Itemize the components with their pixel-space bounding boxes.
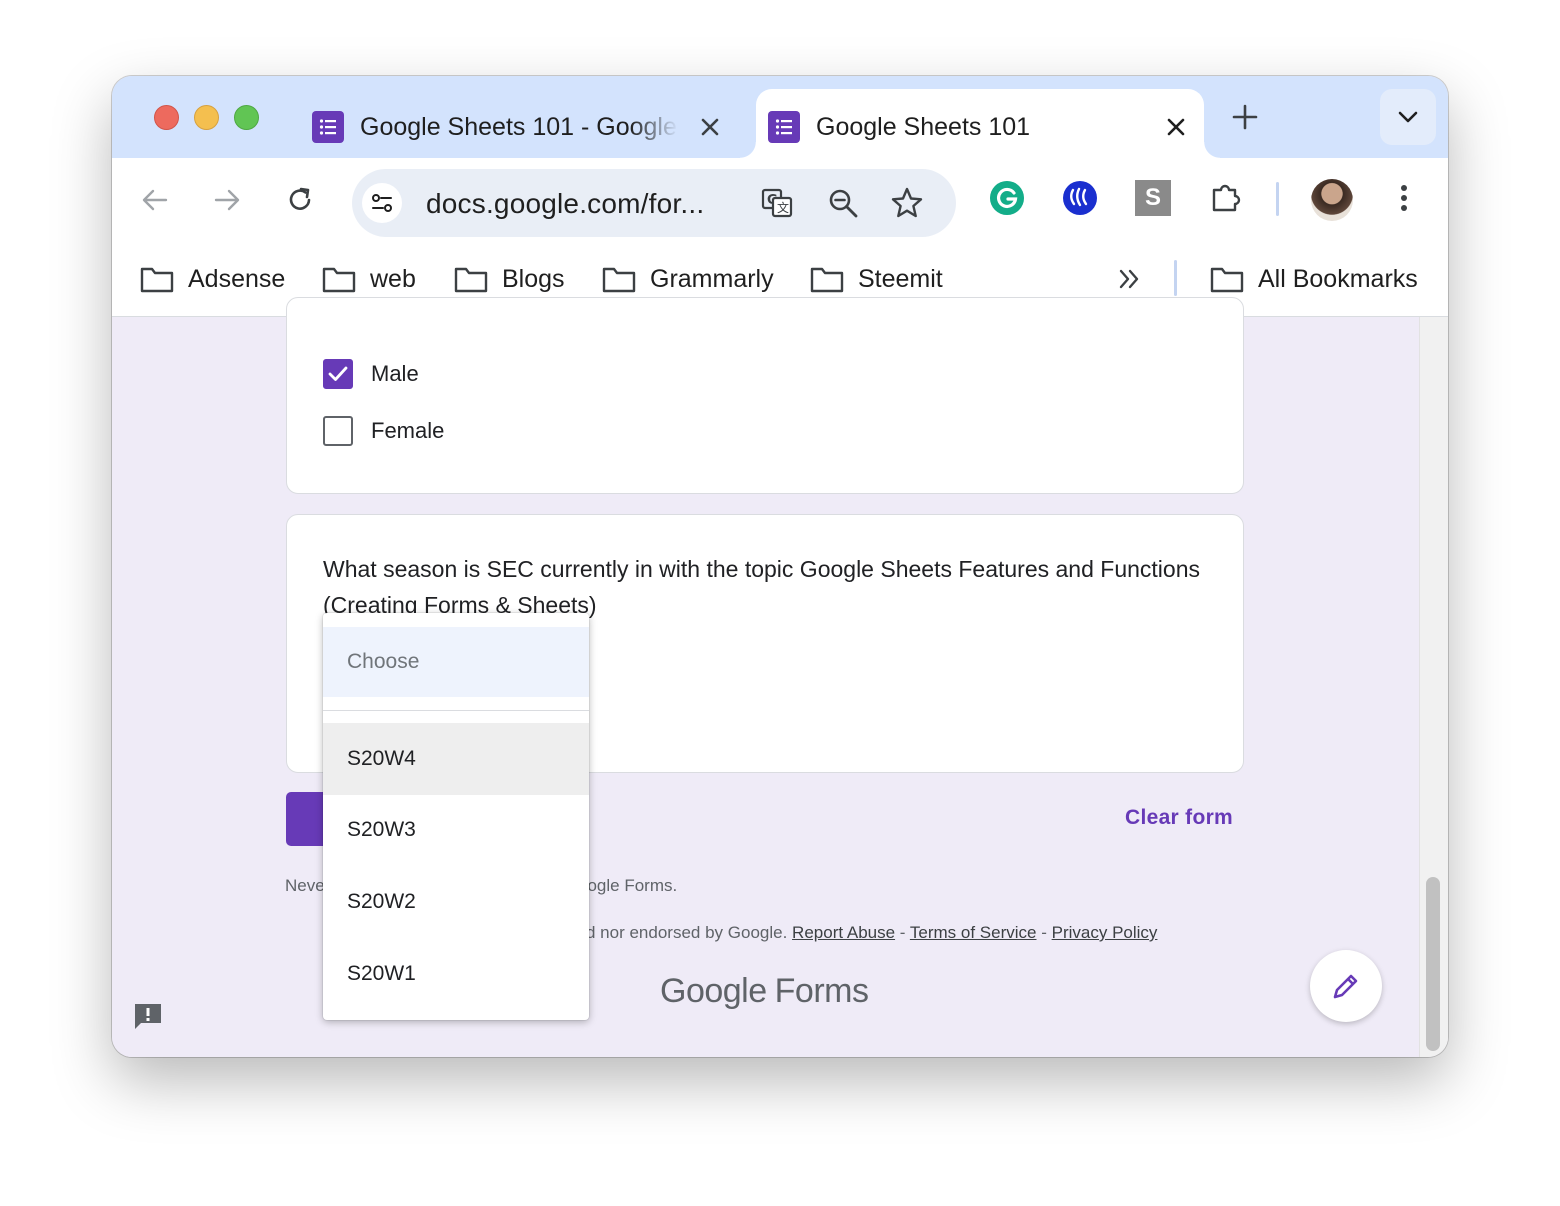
bookmarks-divider xyxy=(1174,260,1177,296)
female-checkbox[interactable] xyxy=(323,416,353,446)
season-dropdown-menu: Choose S20W4 S20W3 S20W2 S20W1 xyxy=(323,613,589,1020)
close-tab-icon[interactable] xyxy=(698,115,722,139)
grammarly-icon[interactable] xyxy=(989,180,1025,216)
bookmark-label: Blogs xyxy=(502,264,565,293)
toolbar-divider xyxy=(1276,182,1279,216)
new-tab-plus-icon[interactable] xyxy=(1230,102,1260,132)
zoom-window-button[interactable] xyxy=(234,105,259,130)
profile-avatar[interactable] xyxy=(1311,179,1353,221)
google-forms-icon xyxy=(312,111,344,143)
folder-icon xyxy=(810,267,844,293)
dropdown-placeholder[interactable]: Choose xyxy=(323,627,589,697)
checkmark-icon xyxy=(328,366,348,381)
footer-separator: - xyxy=(1041,923,1047,942)
dropdown-divider xyxy=(323,710,589,711)
tab-google-sheets-101-inactive[interactable]: Google Sheets 101 - Google xyxy=(300,89,738,158)
option-female[interactable]: Female xyxy=(323,416,444,446)
forward-arrow-icon[interactable] xyxy=(212,185,242,215)
bookmark-label: Adsense xyxy=(188,264,286,293)
footer-text-right: oogle Forms. xyxy=(578,876,678,895)
close-window-button[interactable] xyxy=(154,105,179,130)
clear-form-button[interactable]: Clear form xyxy=(1125,806,1233,830)
bookmark-folder-blogs[interactable]: Blogs xyxy=(454,262,565,296)
tab-title: Google Sheets 101 - Google xyxy=(360,113,677,141)
folder-icon xyxy=(602,267,636,293)
translate-icon[interactable]: G文 xyxy=(760,186,794,220)
bookmark-folder-web[interactable]: web xyxy=(322,262,416,296)
bookmark-star-icon[interactable] xyxy=(890,186,924,220)
pencil-icon xyxy=(1333,974,1358,999)
bookmark-folder-steemit[interactable]: Steemit xyxy=(810,262,943,296)
option-label: Female xyxy=(371,418,445,443)
tab-title: Google Sheets 101 xyxy=(816,113,1031,141)
dropdown-option-s20w4[interactable]: S20W4 xyxy=(323,723,589,795)
tab-strip: Google Sheets 101 - Google Google Sheets… xyxy=(112,76,1448,158)
more-menu-icon[interactable] xyxy=(1386,180,1422,216)
folder-icon xyxy=(1210,267,1244,293)
footer-disclaimer: d nor endorsed by Google. Report Abuse -… xyxy=(586,923,1157,943)
footer-separator: - xyxy=(899,923,906,942)
all-bookmarks-button[interactable]: All Bookmarks xyxy=(1210,262,1418,296)
reload-icon[interactable] xyxy=(285,185,315,215)
option-male[interactable]: Male xyxy=(323,359,419,389)
dropdown-option-s20w3[interactable]: S20W3 xyxy=(323,794,589,866)
bookmark-folder-grammarly[interactable]: Grammarly xyxy=(602,262,774,296)
footer-text-left: Neve xyxy=(285,876,325,895)
url-text[interactable]: docs.google.com/for... xyxy=(426,188,704,220)
bookmark-folder-adsense[interactable]: Adsense xyxy=(140,262,285,296)
dropdown-option-s20w2[interactable]: S20W2 xyxy=(323,866,589,938)
dropdown-option-s20w1[interactable]: S20W1 xyxy=(323,938,589,1010)
minimize-window-button[interactable] xyxy=(194,105,219,130)
zoom-out-icon[interactable] xyxy=(826,186,860,220)
logo-google-text: Google xyxy=(660,972,767,1010)
form-page: Male Female What season is SEC currently… xyxy=(112,297,1448,1057)
bookmark-label: Grammarly xyxy=(650,264,774,293)
back-arrow-icon[interactable] xyxy=(140,185,170,215)
bookmark-label: web xyxy=(370,264,416,293)
gender-question-card: Male Female xyxy=(286,297,1244,494)
close-tab-icon[interactable] xyxy=(1164,115,1188,139)
site-info-button[interactable] xyxy=(362,183,402,223)
report-feedback-icon[interactable] xyxy=(132,1000,164,1032)
address-bar[interactable]: docs.google.com/for... G文 xyxy=(352,169,956,237)
steem-icon[interactable] xyxy=(1062,180,1098,216)
chevron-double-right-icon[interactable] xyxy=(1116,266,1144,292)
logo-forms-text: Forms xyxy=(774,972,869,1010)
google-forms-logo[interactable]: Google Forms xyxy=(660,972,869,1011)
toolbar: docs.google.com/for... G文 S xyxy=(112,158,1448,240)
google-forms-icon xyxy=(768,111,800,143)
report-abuse-link[interactable]: Report Abuse xyxy=(792,923,895,942)
option-label: Male xyxy=(371,361,419,386)
bookmark-label: Steemit xyxy=(858,264,943,293)
privacy-policy-link[interactable]: Privacy Policy xyxy=(1052,923,1158,942)
male-checkbox[interactable] xyxy=(323,359,353,389)
chevron-down-icon xyxy=(1398,111,1418,123)
s-extension-icon[interactable]: S xyxy=(1135,180,1171,216)
tune-icon xyxy=(372,194,392,212)
scrollbar-thumb[interactable] xyxy=(1426,877,1440,1051)
folder-icon xyxy=(322,267,356,293)
folder-icon xyxy=(454,267,488,293)
browser-window: Google Sheets 101 - Google Google Sheets… xyxy=(112,76,1448,1057)
svg-text:文: 文 xyxy=(777,200,789,215)
footer-disclaimer-text: d nor endorsed by Google. xyxy=(586,923,788,942)
extensions-puzzle-icon[interactable] xyxy=(1208,180,1244,216)
tab-google-sheets-101-active[interactable]: Google Sheets 101 xyxy=(740,89,1220,158)
terms-of-service-link[interactable]: Terms of Service xyxy=(910,923,1037,942)
edit-form-button[interactable] xyxy=(1310,950,1382,1022)
bookmark-label: All Bookmarks xyxy=(1258,264,1418,293)
tab-search-button[interactable] xyxy=(1380,89,1436,145)
folder-icon xyxy=(140,267,174,293)
